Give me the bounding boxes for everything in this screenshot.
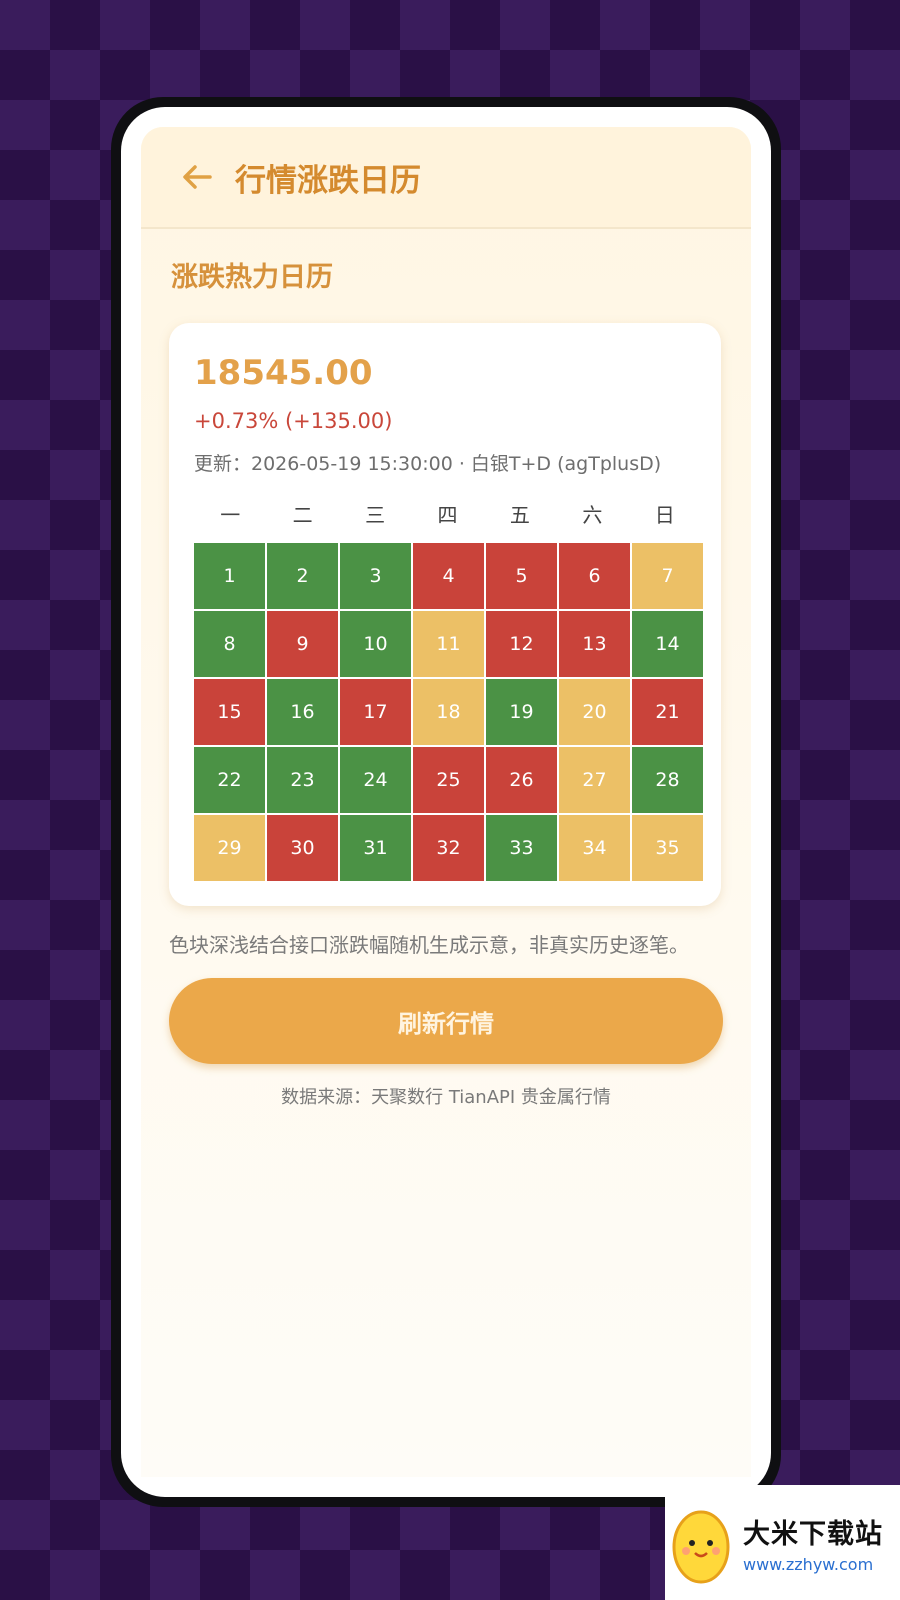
watermark-url: www.zzhyw.com — [743, 1554, 874, 1574]
calendar-day-cell[interactable]: 20 — [559, 679, 630, 745]
calendar-day-cell[interactable]: 2 — [267, 543, 338, 609]
weekday-label: 四 — [437, 503, 458, 527]
calendar-day-cell[interactable]: 7 — [632, 543, 703, 609]
calendar-day-cell[interactable]: 5 — [486, 543, 557, 609]
phone-screen: 行情涨跌日历 涨跌热力日历 18545.00 +0.73% (+135.00) … — [121, 107, 771, 1497]
calendar-day-cell[interactable]: 10 — [340, 611, 411, 677]
calendar-day-cell[interactable]: 32 — [413, 815, 484, 881]
heatmap-calendar-grid: 1 2 3 4 5 6 7 8 9 10 11 12 13 14 15 16 17 18 19 20 21 22 23 24 2… — [194, 543, 703, 881]
app-view: 行情涨跌日历 涨跌热力日历 18545.00 +0.73% (+135.00) … — [141, 127, 751, 1477]
calendar-day-cell[interactable]: 31 — [340, 815, 411, 881]
weekday-label: 五 — [509, 503, 530, 527]
refresh-button[interactable]: 刷新行情 — [169, 978, 723, 1064]
calendar-day-cell[interactable]: 1 — [194, 543, 265, 609]
calendar-day-cell[interactable]: 21 — [632, 679, 703, 745]
calendar-day-cell[interactable]: 17 — [340, 679, 411, 745]
weekday-label: 六 — [582, 503, 603, 527]
price-value: 18545.00 — [194, 353, 373, 393]
calendar-day-cell[interactable]: 13 — [559, 611, 630, 677]
calendar-day-cell[interactable]: 16 — [267, 679, 338, 745]
calendar-day-cell[interactable]: 23 — [267, 747, 338, 813]
price-change: +0.73% (+135.00) — [194, 409, 393, 433]
page-title: 行情涨跌日历 — [235, 162, 421, 199]
weekday-label: 三 — [365, 503, 386, 527]
watermark-badge: 大米下载站 www.zzhyw.com — [665, 1485, 900, 1600]
calendar-day-cell[interactable]: 9 — [267, 611, 338, 677]
calendar-card: 18545.00 +0.73% (+135.00) 更新：2026-05-19 … — [169, 323, 721, 906]
weekday-header: 一 二 三 四 五 六 日 — [194, 499, 701, 528]
calendar-day-cell[interactable]: 30 — [267, 815, 338, 881]
calendar-day-cell[interactable]: 6 — [559, 543, 630, 609]
calendar-day-cell[interactable]: 14 — [632, 611, 703, 677]
calendar-day-cell[interactable]: 22 — [194, 747, 265, 813]
calendar-day-cell[interactable]: 26 — [486, 747, 557, 813]
weekday-label: 日 — [654, 503, 675, 527]
watermark-name: 大米下载站 — [743, 1518, 883, 1550]
calendar-day-cell[interactable]: 28 — [632, 747, 703, 813]
calendar-day-cell[interactable]: 24 — [340, 747, 411, 813]
top-bar: 行情涨跌日历 — [141, 127, 751, 229]
arrow-left-icon[interactable] — [167, 147, 227, 207]
calendar-day-cell[interactable]: 19 — [486, 679, 557, 745]
calendar-day-cell[interactable]: 4 — [413, 543, 484, 609]
calendar-day-cell[interactable]: 12 — [486, 611, 557, 677]
weekday-label: 二 — [292, 503, 313, 527]
calendar-day-cell[interactable]: 33 — [486, 815, 557, 881]
mango-mascot-icon — [672, 1510, 730, 1583]
calendar-day-cell[interactable]: 8 — [194, 611, 265, 677]
calendar-day-cell[interactable]: 18 — [413, 679, 484, 745]
data-source-text: 数据来源：天聚数行 TianAPI 贵金属行情 — [281, 1087, 611, 1108]
calendar-day-cell[interactable]: 11 — [413, 611, 484, 677]
calendar-day-cell[interactable]: 35 — [632, 815, 703, 881]
phone-frame: 行情涨跌日历 涨跌热力日历 18545.00 +0.73% (+135.00) … — [111, 97, 781, 1507]
calendar-day-cell[interactable]: 3 — [340, 543, 411, 609]
calendar-day-cell[interactable]: 15 — [194, 679, 265, 745]
weekday-label: 一 — [220, 503, 241, 527]
disclaimer-note: 色块深浅结合接口涨跌幅随机生成示意，非真实历史逐笔。 — [169, 933, 689, 957]
calendar-day-cell[interactable]: 25 — [413, 747, 484, 813]
calendar-day-cell[interactable]: 27 — [559, 747, 630, 813]
calendar-day-cell[interactable]: 34 — [559, 815, 630, 881]
update-info: 更新：2026-05-19 15:30:00 · 白银T+D (agTplusD… — [194, 453, 662, 475]
calendar-day-cell[interactable]: 29 — [194, 815, 265, 881]
section-title: 涨跌热力日历 — [171, 262, 333, 293]
